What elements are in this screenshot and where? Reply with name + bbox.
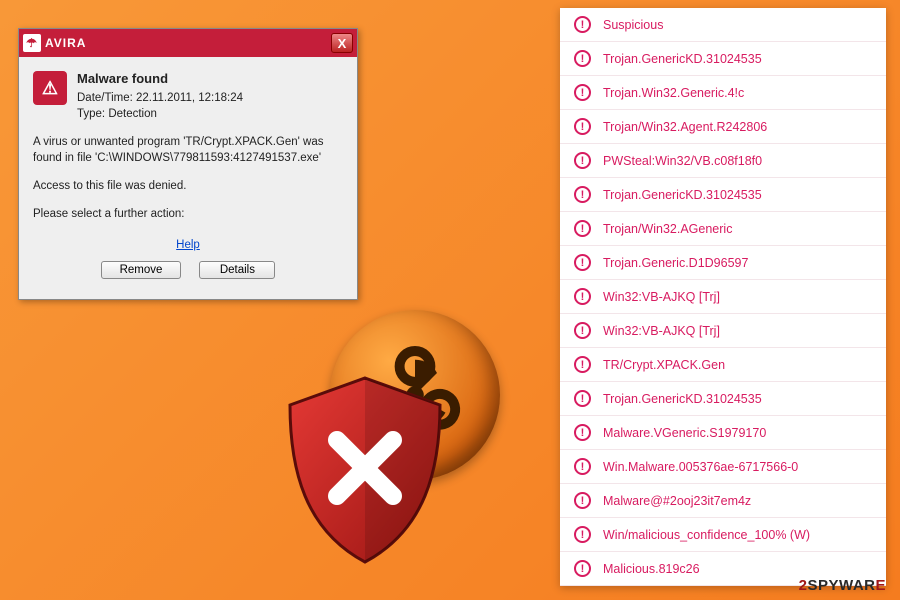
detection-name: Malware@#2ooj23it7em4z — [603, 494, 751, 508]
alert-icon: ⚠ — [33, 71, 67, 105]
detection-row: ! TR/Crypt.XPACK.Gen — [560, 348, 886, 382]
close-button[interactable]: X — [331, 33, 353, 53]
detection-name: Win32:VB-AJKQ [Trj] — [603, 290, 720, 304]
detection-row: ! Win/malicious_confidence_100% (W) — [560, 518, 886, 552]
alert-circle-icon: ! — [574, 356, 591, 373]
dialog-body: ⚠ Malware found Date/Time: 22.11.2011, 1… — [19, 57, 357, 299]
alert-circle-icon: ! — [574, 424, 591, 441]
detection-name: Win/malicious_confidence_100% (W) — [603, 528, 810, 542]
alert-circle-icon: ! — [574, 390, 591, 407]
alert-circle-icon: ! — [574, 50, 591, 67]
detection-name: TR/Crypt.XPACK.Gen — [603, 358, 725, 372]
detection-row: ! Trojan/Win32.Agent.R242806 — [560, 110, 886, 144]
detection-name: Trojan/Win32.Agent.R242806 — [603, 120, 767, 134]
access-denied-message: Access to this file was denied. — [33, 178, 343, 194]
avira-logo: ☂ AVIRA — [23, 34, 86, 52]
datetime-label: Date/Time: 22.11.2011, 12:18:24 — [77, 90, 243, 106]
detection-name: Malicious.819c26 — [603, 562, 700, 576]
dialog-titlebar[interactable]: ☂ AVIRA X — [19, 29, 357, 57]
umbrella-icon: ☂ — [23, 34, 41, 52]
detection-name: Trojan.GenericKD.31024535 — [603, 392, 762, 406]
detection-row: ! Malware.VGeneric.S1979170 — [560, 416, 886, 450]
detection-row: ! Suspicious — [560, 8, 886, 42]
detection-name: Trojan.GenericKD.31024535 — [603, 52, 762, 66]
detection-row: ! Win32:VB-AJKQ [Trj] — [560, 314, 886, 348]
detection-list: ! Suspicious! Trojan.GenericKD.31024535! Tr… — [560, 8, 886, 586]
alert-circle-icon: ! — [574, 186, 591, 203]
detection-row: ! Trojan.Generic.D1D96597 — [560, 246, 886, 280]
detection-row: ! PWSteal:Win32/VB.c08f18f0 — [560, 144, 886, 178]
dialog-title: Malware found — [77, 71, 243, 86]
details-button[interactable]: Details — [199, 261, 275, 279]
alert-circle-icon: ! — [574, 254, 591, 271]
alert-circle-icon: ! — [574, 84, 591, 101]
detection-row: ! Win32:VB-AJKQ [Trj] — [560, 280, 886, 314]
detection-name: Suspicious — [603, 18, 663, 32]
detection-name: PWSteal:Win32/VB.c08f18f0 — [603, 154, 762, 168]
detection-message: A virus or unwanted program 'TR/Crypt.XP… — [33, 134, 343, 166]
alert-circle-icon: ! — [574, 322, 591, 339]
alert-circle-icon: ! — [574, 152, 591, 169]
detection-row: ! Trojan.GenericKD.31024535 — [560, 382, 886, 416]
detection-name: Win32:VB-AJKQ [Trj] — [603, 324, 720, 338]
detection-row: ! Trojan/Win32.AGeneric — [560, 212, 886, 246]
detection-row: ! Trojan.GenericKD.31024535 — [560, 42, 886, 76]
detection-row: ! Malware@#2ooj23it7em4z — [560, 484, 886, 518]
detection-name: Trojan.GenericKD.31024535 — [603, 188, 762, 202]
detection-name: Win.Malware.005376ae-6717566-0 — [603, 460, 798, 474]
brand-text: AVIRA — [45, 36, 86, 50]
detection-row: ! Trojan.GenericKD.31024535 — [560, 178, 886, 212]
watermark: 2SPYWARE — [799, 577, 886, 594]
detection-name: Malware.VGeneric.S1979170 — [603, 426, 766, 440]
shield-error-icon — [275, 370, 455, 570]
avira-alert-dialog: ☂ AVIRA X ⚠ Malware found Date/Time: 22.… — [18, 28, 358, 300]
alert-circle-icon: ! — [574, 220, 591, 237]
alert-circle-icon: ! — [574, 560, 591, 577]
detection-name: Trojan.Win32.Generic.4!c — [603, 86, 744, 100]
alert-circle-icon: ! — [574, 526, 591, 543]
detection-row: ! Trojan.Win32.Generic.4!c — [560, 76, 886, 110]
type-label: Type: Detection — [77, 106, 243, 122]
help-link[interactable]: Help — [33, 239, 343, 251]
detection-name: Trojan/Win32.AGeneric — [603, 222, 732, 236]
alert-circle-icon: ! — [574, 492, 591, 509]
alert-circle-icon: ! — [574, 288, 591, 305]
prompt-message: Please select a further action: — [33, 206, 343, 222]
detection-name: Trojan.Generic.D1D96597 — [603, 256, 748, 270]
detection-row: ! Win.Malware.005376ae-6717566-0 — [560, 450, 886, 484]
alert-circle-icon: ! — [574, 16, 591, 33]
alert-circle-icon: ! — [574, 118, 591, 135]
remove-button[interactable]: Remove — [101, 261, 182, 279]
alert-circle-icon: ! — [574, 458, 591, 475]
